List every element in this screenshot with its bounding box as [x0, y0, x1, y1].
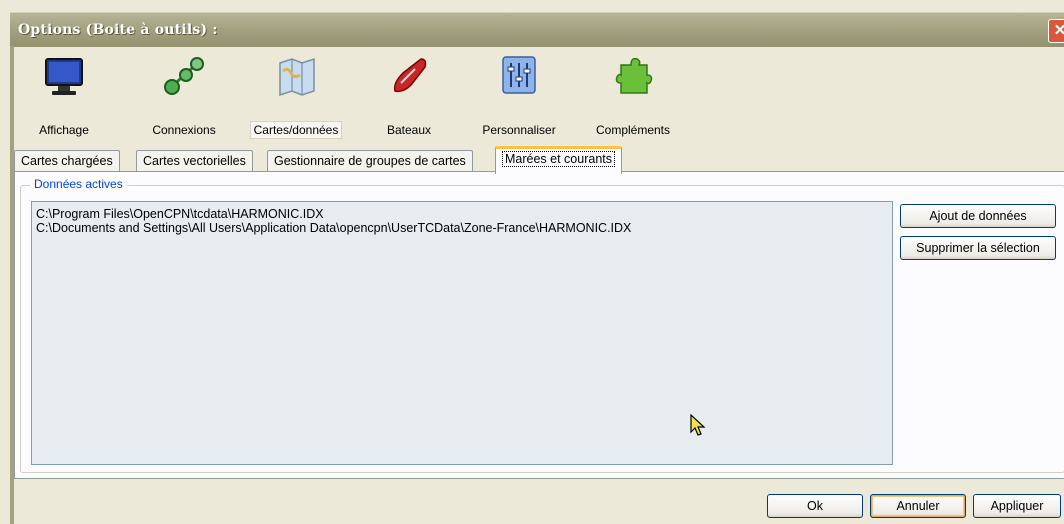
monitor-icon [45, 58, 83, 95]
toolbar-label: Compléments [595, 123, 671, 137]
options-dialog: Options (Boite à outils) : ✕ Affichage C… [0, 0, 1064, 524]
list-item[interactable]: C:\Documents and Settings\All Users\Appl… [36, 221, 631, 235]
toolbar-item-affichage[interactable]: Affichage [34, 53, 94, 139]
tab-bar: Cartes chargées Cartes vectorielles Gest… [14, 146, 1064, 174]
toolbar-label: Affichage [39, 123, 89, 137]
toolbar-label: Personnaliser [482, 123, 556, 137]
tab-cartes-chargees[interactable]: Cartes chargées [14, 150, 120, 171]
puzzle-icon [615, 57, 653, 94]
toolbar-item-personnaliser[interactable]: Personnaliser [474, 53, 564, 139]
toolbar-label: Bateaux [386, 123, 432, 137]
tab-label: Marées et courants [502, 151, 615, 167]
toolbar-item-cartes-donnees[interactable]: Cartes/données [240, 53, 352, 139]
add-data-button[interactable]: Ajout de données [900, 204, 1056, 228]
tab-cartes-vectorielles[interactable]: Cartes vectorielles [136, 150, 253, 171]
data-file-list[interactable]: C:\Program Files\OpenCPN\tcdata\HARMONIC… [31, 201, 893, 465]
toolbar-label: Connexions [152, 123, 216, 137]
category-toolbar: Affichage Connexions Cartes/données Bate… [14, 47, 1064, 141]
tab-marees-courants[interactable]: Marées et courants [495, 146, 622, 174]
list-item[interactable]: C:\Program Files\OpenCPN\tcdata\HARMONIC… [36, 207, 324, 221]
charts-icon [279, 57, 315, 97]
cancel-button[interactable]: Annuler [870, 494, 966, 518]
title-bar[interactable]: Options (Boite à outils) : ✕ [10, 12, 1064, 47]
close-button[interactable]: ✕ [1048, 19, 1064, 43]
group-title: Données actives [30, 177, 127, 191]
ok-button[interactable]: Ok [767, 494, 863, 518]
tab-gestionnaire-groupes[interactable]: Gestionnaire de groupes de cartes [267, 150, 473, 171]
boat-icon [393, 58, 427, 93]
mouse-cursor-icon [690, 414, 706, 436]
toolbar-label: Cartes/données [240, 121, 352, 139]
toolbar-item-complements[interactable]: Compléments [588, 53, 678, 139]
window-title: Options (Boite à outils) : [18, 22, 218, 38]
apply-button[interactable]: Appliquer [973, 494, 1061, 518]
toolbar-item-connexions[interactable]: Connexions [144, 53, 224, 139]
connections-icon [164, 57, 204, 95]
remove-selection-button[interactable]: Supprimer la sélection [900, 236, 1056, 260]
toolbar-item-bateaux[interactable]: Bateaux [374, 53, 444, 139]
sliders-icon [502, 56, 536, 94]
